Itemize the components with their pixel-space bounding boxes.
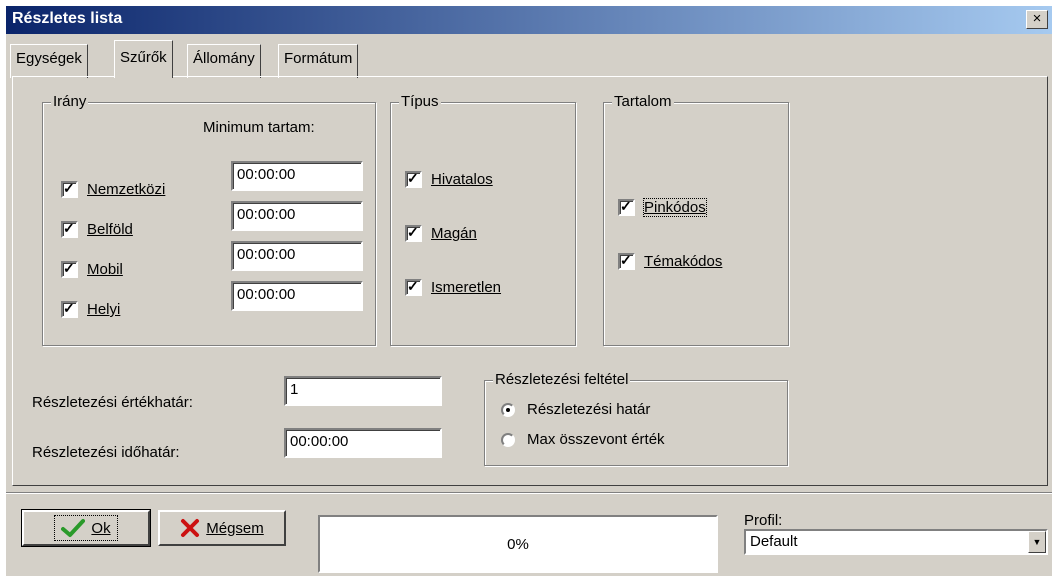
checkbox-temakodos[interactable]: Témakódos — [618, 251, 723, 270]
checkbox-box[interactable] — [61, 299, 78, 318]
tab-label: Állomány — [193, 50, 255, 67]
tab-szurok[interactable]: Szűrők — [114, 40, 173, 78]
minimum-duration-header: Minimum tartam: — [203, 119, 315, 136]
tartalom-group-label: Tartalom — [612, 93, 674, 110]
profile-select[interactable]: Default ▼ — [744, 529, 1048, 555]
tab-label: Szűrők — [120, 49, 167, 66]
footer-separator — [6, 492, 1052, 494]
ok-label: Ok — [91, 519, 111, 537]
checkbox-label: Helyi — [87, 301, 121, 318]
checkmark-icon — [61, 519, 86, 537]
dialog-window: Részletes lista × Egységek Szűrők Állomá… — [6, 6, 1052, 576]
checkbox-magan[interactable]: Magán — [405, 223, 477, 242]
profile-label: Profil: — [744, 512, 783, 529]
checkbox-box[interactable] — [405, 223, 422, 242]
checkbox-helyi[interactable]: Helyi — [61, 299, 121, 318]
radio-reszletezesi-hatar[interactable]: Részletezési határ — [501, 401, 650, 418]
tartalom-group: Tartalom Pinkódos Témakódos — [603, 93, 789, 346]
irany-group-label: Irány — [51, 93, 89, 110]
radio-max-osszevont[interactable]: Max összevont érték — [501, 431, 665, 448]
checkbox-label: Hivatalos — [431, 171, 493, 188]
checkbox-label: Magán — [431, 225, 477, 242]
checkbox-box[interactable] — [405, 277, 422, 296]
checkbox-box[interactable] — [61, 219, 78, 238]
checkbox-ismeretlen[interactable]: Ismeretlen — [405, 277, 502, 296]
tab-label: Formátum — [284, 50, 353, 67]
ertekhatar-label: Részletezési értékhatár: — [32, 394, 193, 411]
ok-button[interactable]: Ok — [21, 509, 151, 547]
checkbox-label: Pinkódos — [643, 198, 707, 217]
progress-bar: 0% — [318, 515, 718, 573]
mobil-duration-input[interactable]: 00:00:00 — [231, 241, 363, 271]
window-title: Részletes lista — [12, 10, 123, 27]
tipus-group: Típus Hivatalos Magán Ismeretlen — [390, 93, 576, 346]
belfold-duration-input[interactable]: 00:00:00 — [231, 201, 363, 231]
ertekhatar-input[interactable]: 1 — [284, 376, 442, 406]
radio-label: Részletezési határ — [527, 401, 651, 418]
x-icon — [181, 519, 200, 537]
checkbox-nemzetkozi[interactable]: Nemzetközi — [61, 179, 166, 198]
checkbox-box[interactable] — [618, 251, 635, 270]
profile-value: Default — [750, 533, 798, 550]
helyi-duration-input[interactable]: 00:00:00 — [231, 281, 363, 311]
nemzetkozi-duration-input[interactable]: 00:00:00 — [231, 161, 363, 191]
irany-group: Irány Minimum tartam: Nemzetközi Belföld… — [42, 93, 376, 346]
cancel-label: Mégsem — [206, 519, 264, 537]
progress-text: 0% — [507, 535, 529, 553]
idohatar-label: Részletezési időhatár: — [32, 444, 180, 461]
checkbox-box[interactable] — [405, 169, 422, 188]
checkbox-box[interactable] — [61, 259, 78, 278]
tab-formatum[interactable]: Formátum — [278, 44, 359, 78]
title-bar: Részletes lista × — [6, 6, 1052, 34]
close-button[interactable]: × — [1026, 10, 1048, 29]
checkbox-box[interactable] — [61, 179, 78, 198]
tipus-group-label: Típus — [399, 93, 441, 110]
checkbox-pinkodos[interactable]: Pinkódos — [618, 197, 707, 217]
tab-allomany[interactable]: Állomány — [187, 44, 261, 78]
checkbox-belfold[interactable]: Belföld — [61, 219, 133, 238]
cancel-button[interactable]: Mégsem — [158, 510, 286, 546]
checkbox-box[interactable] — [618, 197, 635, 216]
radio-dot[interactable] — [501, 402, 515, 417]
radio-label: Max összevont érték — [527, 431, 665, 448]
chevron-down-icon[interactable]: ▼ — [1028, 531, 1046, 553]
checkbox-label: Témakódos — [644, 253, 723, 270]
checkbox-label: Mobil — [87, 261, 123, 278]
checkbox-label: Ismeretlen — [431, 279, 502, 296]
tab-egysegek[interactable]: Egységek — [10, 44, 88, 78]
feltetel-group-label: Részletezési feltétel — [493, 371, 631, 388]
checkbox-label: Nemzetközi — [87, 181, 166, 198]
feltetel-group: Részletezési feltétel Részletezési határ… — [484, 371, 788, 466]
checkbox-label: Belföld — [87, 221, 133, 238]
tab-label: Egységek — [16, 50, 82, 67]
checkbox-hivatalos[interactable]: Hivatalos — [405, 169, 493, 188]
checkbox-mobil[interactable]: Mobil — [61, 259, 123, 278]
idohatar-input[interactable]: 00:00:00 — [284, 428, 442, 458]
radio-dot[interactable] — [501, 432, 515, 447]
